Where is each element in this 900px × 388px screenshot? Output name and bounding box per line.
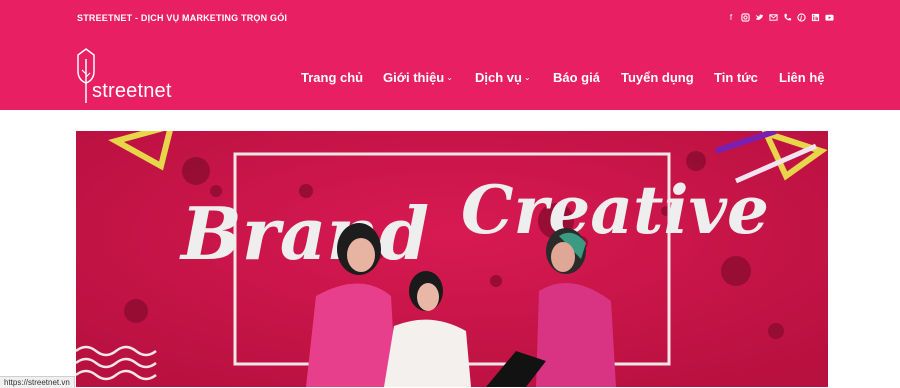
nav-label: Trang chủ (301, 70, 364, 85)
youtube-icon[interactable] (824, 13, 834, 23)
nav-item-services[interactable]: Dịch vụ ⌄ (475, 70, 531, 85)
site-header: STREETNET - DỊCH VỤ MARKETING TRỌN GÓI f… (0, 0, 900, 110)
nav-item-pricing[interactable]: Báo giá (553, 70, 600, 85)
nav-label: Tin tức (714, 70, 758, 85)
phone-icon[interactable] (782, 13, 792, 23)
nav-label: Giới thiệu (383, 70, 445, 85)
hero-banner[interactable]: Brand Creative (76, 131, 828, 387)
social-links: f (726, 13, 834, 23)
nav-item-about[interactable]: Giới thiệu ⌄ (383, 70, 453, 85)
instagram-icon[interactable] (740, 13, 750, 23)
nav-label: Tuyển dụng (621, 70, 694, 85)
banner-word-brand: Brand (179, 191, 429, 276)
nav-item-home[interactable]: Trang chủ (301, 70, 363, 85)
status-bar-url: https://streetnet.vn (0, 376, 75, 388)
linkedin-icon[interactable] (810, 13, 820, 23)
nav-label: Báo giá (553, 70, 600, 85)
chevron-down-icon: ⌄ (523, 73, 531, 82)
twitter-icon[interactable] (754, 13, 764, 23)
email-icon[interactable] (768, 13, 778, 23)
banner-word-creative: Creative (461, 171, 769, 249)
nav-label: Liên hệ (779, 70, 825, 85)
nav-item-careers[interactable]: Tuyển dụng (621, 70, 694, 85)
facebook-icon[interactable]: f (726, 13, 736, 23)
banner-artwork: Brand Creative (76, 131, 828, 387)
logo-wordmark[interactable]: streetnet (92, 80, 172, 103)
nav-item-contact[interactable]: Liên hệ (779, 70, 825, 85)
chevron-down-icon: ⌄ (446, 73, 453, 82)
topbar-tagline: STREETNET - DỊCH VỤ MARKETING TRỌN GÓI (77, 13, 288, 23)
nav-label: Dịch vụ (475, 70, 522, 85)
pinterest-icon[interactable] (796, 13, 806, 23)
nav-item-news[interactable]: Tin tức (714, 70, 758, 85)
